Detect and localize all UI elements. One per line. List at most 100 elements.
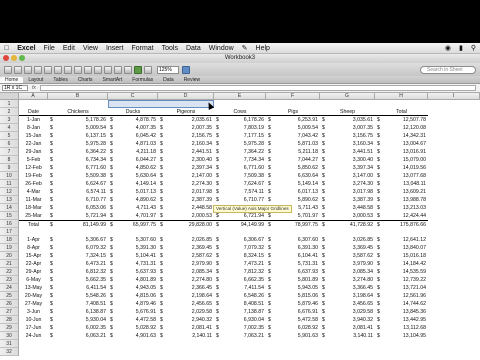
cell-value[interactable]: 6,364.22 xyxy=(48,148,108,156)
menu-edit[interactable]: Edit xyxy=(59,45,79,52)
cell-value[interactable]: 5,943.05 xyxy=(266,284,320,292)
cell-value[interactable]: 13,104.95 xyxy=(375,332,428,340)
tab-data[interactable]: Data xyxy=(158,77,179,83)
cell-value[interactable]: 6,002.35 xyxy=(48,324,108,332)
cell-value[interactable]: 12,424.44 xyxy=(375,212,428,220)
column-header[interactable]: G xyxy=(320,93,375,100)
cell-value[interactable]: 2,147.00 xyxy=(158,172,214,180)
cell-value[interactable]: 5,211.18 xyxy=(266,148,320,156)
search-input[interactable]: Search in Sheet xyxy=(420,65,476,74)
cell-value[interactable]: 4,879.46 xyxy=(108,300,158,308)
cell-value[interactable]: 2,081.41 xyxy=(158,324,214,332)
cell-date[interactable]: 1-Jan xyxy=(19,116,48,124)
cell-value[interactable]: 2,274.30 xyxy=(158,180,214,188)
toolbox-icon[interactable] xyxy=(144,65,152,74)
cell-date[interactable]: 25-Mar xyxy=(19,212,48,220)
row-header[interactable]: 20 xyxy=(0,252,19,260)
apple-icon[interactable]:  xyxy=(0,45,13,52)
menu-view[interactable]: View xyxy=(79,45,102,52)
cell-value[interactable]: 6,721.94 xyxy=(214,212,266,220)
cell-value[interactable]: 2,587.62 xyxy=(158,252,214,260)
menu-insert[interactable]: Insert xyxy=(102,45,128,52)
cell-value[interactable]: 6,053.06 xyxy=(48,204,108,212)
column-header[interactable]: H xyxy=(375,93,428,100)
row-header[interactable]: 31 xyxy=(0,340,19,348)
menu-app-excel[interactable]: Excel xyxy=(13,45,39,52)
cell-value[interactable]: 5,391.30 xyxy=(108,244,158,252)
cell-value[interactable]: 3,156.75 xyxy=(320,132,375,140)
row-header[interactable]: 1 xyxy=(0,100,19,108)
cell-value[interactable]: 14,535.59 xyxy=(375,268,428,276)
cell-value[interactable]: 3,147.00 xyxy=(320,172,375,180)
cell-value[interactable]: 6,676.91 xyxy=(266,308,320,316)
cell-value[interactable]: 2,369.45 xyxy=(158,244,214,252)
cell-value[interactable]: 5,731.31 xyxy=(266,260,320,268)
cell-value[interactable]: 6,624.67 xyxy=(48,180,108,188)
column-header[interactable]: A xyxy=(19,93,48,100)
cell-date[interactable]: 18-Mar xyxy=(19,204,48,212)
cell-date[interactable]: 15-Jan xyxy=(19,132,48,140)
cell-value[interactable]: 13,845.36 xyxy=(375,308,428,316)
cell-value[interactable]: 175,876.66 xyxy=(375,220,428,228)
column-header[interactable]: B xyxy=(48,93,108,100)
cell-date[interactable]: Total xyxy=(19,220,48,228)
cell-value[interactable]: 4,701.97 xyxy=(108,212,158,220)
column-header[interactable]: I xyxy=(428,93,480,100)
row-header[interactable]: 7 xyxy=(0,148,19,156)
cell-value[interactable]: 2,035.61 xyxy=(158,116,214,124)
row-header[interactable]: 16 xyxy=(0,220,19,228)
cell-value[interactable]: 3,081.41 xyxy=(320,324,375,332)
spotlight-icon[interactable]: ⚲ xyxy=(467,44,480,52)
cell-value[interactable]: 5,472.58 xyxy=(266,316,320,324)
cell-value[interactable]: 14,342.31 xyxy=(375,132,428,140)
menu-file[interactable]: File xyxy=(40,45,59,52)
cell-value[interactable]: 7,002.35 xyxy=(214,324,266,332)
row-header[interactable]: 9 xyxy=(0,164,19,172)
cell-value[interactable]: 2,366.45 xyxy=(158,284,214,292)
cell-date[interactable]: 10-Jun xyxy=(19,316,48,324)
cell-value[interactable]: 4,943.05 xyxy=(108,284,158,292)
cell-value[interactable]: 5,879.46 xyxy=(266,300,320,308)
cell-value[interactable]: 4,731.31 xyxy=(108,260,158,268)
cell-value[interactable]: 6,253.91 xyxy=(266,116,320,124)
format-painter-icon[interactable] xyxy=(74,65,82,74)
cell-date[interactable]: 5-Feb xyxy=(19,156,48,164)
row-header[interactable]: 29 xyxy=(0,324,19,332)
cell-value[interactable]: 3,456.65 xyxy=(320,300,375,308)
script-icon[interactable]: ✎ xyxy=(238,44,252,52)
cell-value[interactable]: 2,198.64 xyxy=(158,292,214,300)
cell-value[interactable]: 5,676.91 xyxy=(108,308,158,316)
column-label[interactable]: Chickens xyxy=(48,108,108,116)
cell-value[interactable]: 5,662.35 xyxy=(48,276,108,284)
cell-value[interactable]: 5,306.67 xyxy=(48,236,108,244)
row-header[interactable]: 4 xyxy=(0,124,19,132)
cell-date[interactable]: 8-Jan xyxy=(19,124,48,132)
cell-date[interactable]: 22-Apr xyxy=(19,260,48,268)
cell-value[interactable]: 3,035.61 xyxy=(320,116,375,124)
column-label[interactable]: Sheep xyxy=(320,108,375,116)
cell-value[interactable]: 2,000.53 xyxy=(158,212,214,220)
cell-value[interactable]: 2,029.58 xyxy=(158,308,214,316)
column-header[interactable]: D xyxy=(158,93,214,100)
cell-value[interactable]: 5,104.41 xyxy=(108,252,158,260)
cell-value[interactable]: 6,930.04 xyxy=(214,316,266,324)
cell-value[interactable]: 4,711.43 xyxy=(108,204,158,212)
cell-value[interactable]: 6,771.60 xyxy=(48,164,108,172)
row-header[interactable]: 32 xyxy=(0,348,19,356)
wifi-icon[interactable]: ◉ xyxy=(441,44,455,52)
cell-value[interactable]: 4,211.18 xyxy=(108,148,158,156)
row-header[interactable]: 27 xyxy=(0,308,19,316)
print-icon[interactable] xyxy=(34,65,42,74)
cell-value[interactable]: 5,801.89 xyxy=(266,276,320,284)
cell-value[interactable]: 7,324.15 xyxy=(48,252,108,260)
cell-date[interactable]: 1-Apr xyxy=(19,236,48,244)
filter-icon[interactable] xyxy=(124,65,132,74)
cell-value[interactable]: 2,300.40 xyxy=(158,156,214,164)
row-header[interactable]: 26 xyxy=(0,300,19,308)
tab-review[interactable]: Review xyxy=(179,77,205,83)
cell-value[interactable]: 5,178.26 xyxy=(48,116,108,124)
cell-date[interactable]: 6-May xyxy=(19,276,48,284)
cell-value[interactable]: 13,609.21 xyxy=(375,188,428,196)
cell-value[interactable]: 2,140.11 xyxy=(158,332,214,340)
cell-date[interactable]: 20-May xyxy=(19,292,48,300)
